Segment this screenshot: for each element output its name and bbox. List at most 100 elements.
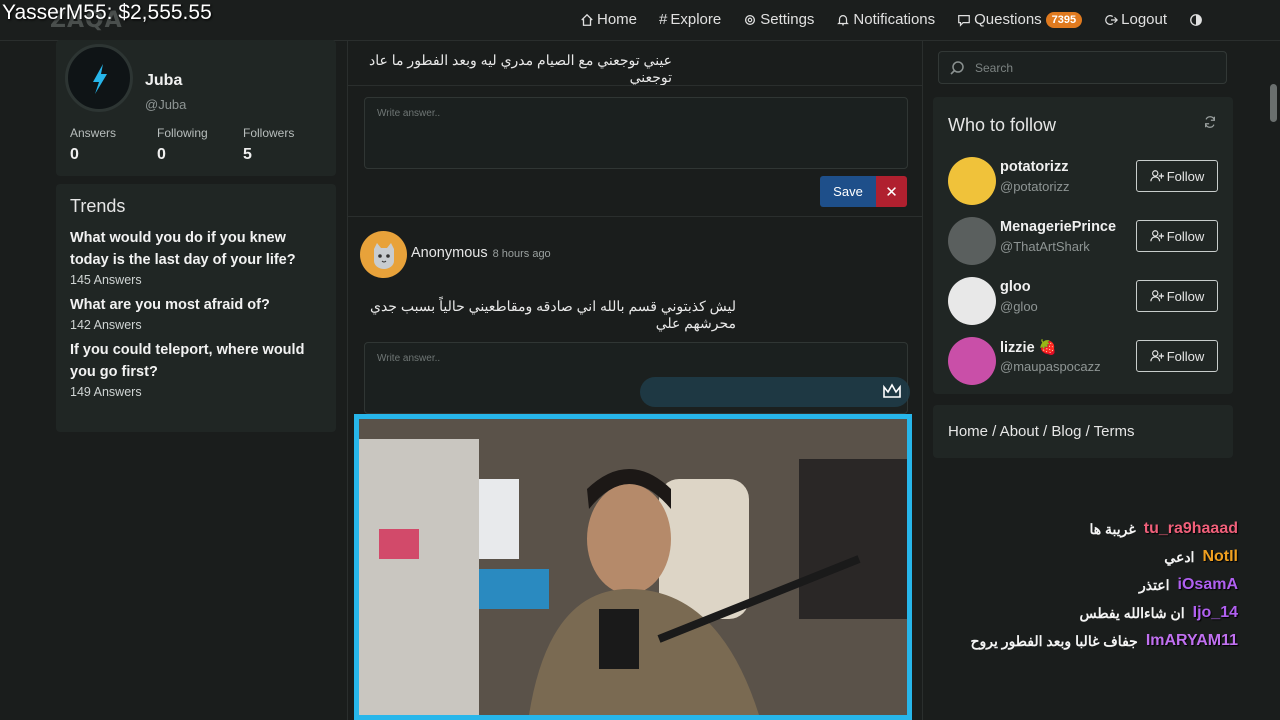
- answer-input[interactable]: Write answer..: [364, 97, 908, 169]
- chat-message-text: جفاف غالبا وبعد الفطور يروح: [970, 632, 1138, 649]
- add-user-icon: [1150, 350, 1164, 362]
- follow-button-label: Follow: [1166, 228, 1205, 244]
- add-user-icon: [1150, 230, 1164, 242]
- follow-suggestion: MenageriePrince @ThatArtShark Follow: [948, 217, 1218, 267]
- contrast-icon: [1190, 13, 1202, 26]
- follow-user-handle: @potatorizz: [1000, 179, 1070, 194]
- search-box[interactable]: [938, 51, 1227, 84]
- footer-links-card: Home / About / Blog / Terms: [933, 405, 1233, 458]
- nav-questions-label: Questions: [974, 11, 1042, 28]
- question-text[interactable]: عيني توجعني مع الصيام مدري ليه وبعد الفط…: [348, 52, 672, 86]
- trend-count: 142 Answers: [70, 318, 142, 332]
- follow-user-name[interactable]: potatorizz: [1000, 159, 1068, 175]
- trends-card: Trends What would you do if you knew tod…: [56, 184, 336, 432]
- trend-item[interactable]: If you could teleport, where would you g…: [70, 339, 322, 399]
- chat-message: ان شاءالله يفطس Ijo_14: [1080, 604, 1239, 622]
- add-user-icon: [1150, 290, 1164, 302]
- follow-button[interactable]: Follow: [1136, 220, 1218, 252]
- nav-logout[interactable]: Logout: [1104, 11, 1167, 28]
- footer-links[interactable]: Home / About / Blog / Terms: [948, 423, 1134, 440]
- profile-name[interactable]: Juba: [145, 72, 182, 90]
- chat-message: ادعي NotIl: [1164, 548, 1238, 566]
- profile-card: Juba @Juba Answers 0 Following 0 Followe…: [56, 40, 336, 176]
- nav-notifications[interactable]: Notifications: [836, 11, 935, 28]
- nav-explore[interactable]: # Explore: [659, 11, 721, 28]
- follow-user-handle: @maupaspocazz: [1000, 359, 1101, 374]
- trend-item[interactable]: What would you do if you knew today is t…: [70, 227, 322, 287]
- stat-value: 0: [70, 146, 79, 163]
- chat-message: غريبة ها tu_ra9haaad: [1090, 520, 1238, 538]
- chat-username: ImARYAM11: [1145, 632, 1238, 649]
- stat-value: 5: [243, 146, 252, 163]
- trend-question[interactable]: If you could teleport, where would you g…: [70, 339, 322, 383]
- follow-button[interactable]: Follow: [1136, 160, 1218, 192]
- nav-home[interactable]: Home: [580, 11, 637, 28]
- follow-user-name[interactable]: MenageriePrince: [1000, 219, 1116, 235]
- refresh-icon[interactable]: [1203, 115, 1217, 129]
- follow-user-name[interactable]: lizzie 🍓: [1000, 339, 1057, 356]
- search-icon: [950, 60, 964, 75]
- avatar[interactable]: [65, 44, 133, 112]
- nav-questions[interactable]: Questions 7395: [957, 11, 1083, 28]
- divider: [348, 216, 922, 217]
- chat-message-text: غريبة ها: [1089, 520, 1136, 537]
- save-button[interactable]: Save: [820, 176, 876, 207]
- follow-button-label: Follow: [1166, 168, 1205, 184]
- nav-explore-label: Explore: [670, 11, 722, 28]
- page-scrollbar[interactable]: [1270, 84, 1277, 122]
- chat-username: Ijo_14: [1192, 604, 1238, 621]
- stat-answers[interactable]: Answers 0: [70, 126, 116, 164]
- home-icon: [581, 13, 593, 26]
- logout-icon: [1105, 14, 1119, 25]
- chat-username: NotIl: [1202, 548, 1238, 565]
- crown-icon: [883, 383, 901, 398]
- chat-username: tu_ra9haaad: [1143, 520, 1238, 537]
- avatar[interactable]: [948, 217, 996, 265]
- follow-suggestion: gloo @gloo Follow: [948, 277, 1218, 327]
- stat-value: 0: [157, 146, 166, 163]
- trend-question[interactable]: What would you do if you knew today is t…: [70, 227, 322, 271]
- post-author[interactable]: Anonymous 8 hours ago: [411, 245, 551, 261]
- stat-following[interactable]: Following 0: [157, 126, 208, 164]
- avatar[interactable]: [948, 337, 996, 385]
- trend-count: 145 Answers: [70, 273, 142, 287]
- post-author-name: Anonymous: [411, 245, 488, 261]
- follow-button-label: Follow: [1166, 348, 1205, 364]
- trend-count: 149 Answers: [70, 385, 142, 399]
- search-input[interactable]: [975, 60, 1215, 75]
- stat-label: Followers: [243, 126, 295, 140]
- trend-question[interactable]: What are you most afraid of?: [70, 294, 322, 316]
- follow-suggestion: lizzie 🍓 @maupaspocazz Follow: [948, 337, 1218, 387]
- chat-message-text: ادعي: [1164, 548, 1195, 565]
- theme-toggle[interactable]: [1189, 13, 1203, 27]
- post-time: 8 hours ago: [492, 248, 551, 260]
- hash-icon: #: [659, 11, 668, 28]
- chat-username: iOsamA: [1177, 576, 1238, 593]
- add-user-icon: [1150, 170, 1164, 182]
- follow-button[interactable]: Follow: [1136, 280, 1218, 312]
- cat-face-icon: [373, 242, 394, 269]
- chat-message: اعتذر iOsamA: [1139, 576, 1238, 594]
- trend-item[interactable]: What are you most afraid of? 142 Answers: [70, 294, 322, 332]
- follow-button[interactable]: Follow: [1136, 340, 1218, 372]
- profile-handle: @Juba: [145, 97, 187, 112]
- main-nav: Home # Explore Settings Notifications Qu…: [580, 11, 1225, 28]
- stat-followers[interactable]: Followers 5: [243, 126, 294, 164]
- divider: [348, 85, 922, 86]
- avatar[interactable]: [948, 277, 996, 325]
- close-icon[interactable]: ✕: [876, 176, 907, 207]
- avatar-logo-icon: [93, 64, 107, 94]
- nav-settings[interactable]: Settings: [743, 11, 814, 28]
- follow-user-handle: @gloo: [1000, 299, 1038, 314]
- follow-button-label: Follow: [1166, 288, 1205, 304]
- nav-logout-label: Logout: [1121, 11, 1168, 28]
- nav-notifications-label: Notifications: [853, 11, 936, 28]
- question-text[interactable]: ليش كذبتوني قسم بالله اني صادقه ومقاطعين…: [348, 298, 736, 332]
- avatar[interactable]: [360, 231, 407, 278]
- avatar[interactable]: [948, 157, 996, 205]
- follow-user-name[interactable]: gloo: [1000, 279, 1031, 295]
- chat-bubble-icon: [958, 14, 970, 27]
- trends-title: Trends: [70, 196, 126, 216]
- chat-message: جفاف غالبا وبعد الفطور يروح ImARYAM11: [971, 632, 1239, 650]
- chat-message-text: اعتذر: [1138, 576, 1170, 593]
